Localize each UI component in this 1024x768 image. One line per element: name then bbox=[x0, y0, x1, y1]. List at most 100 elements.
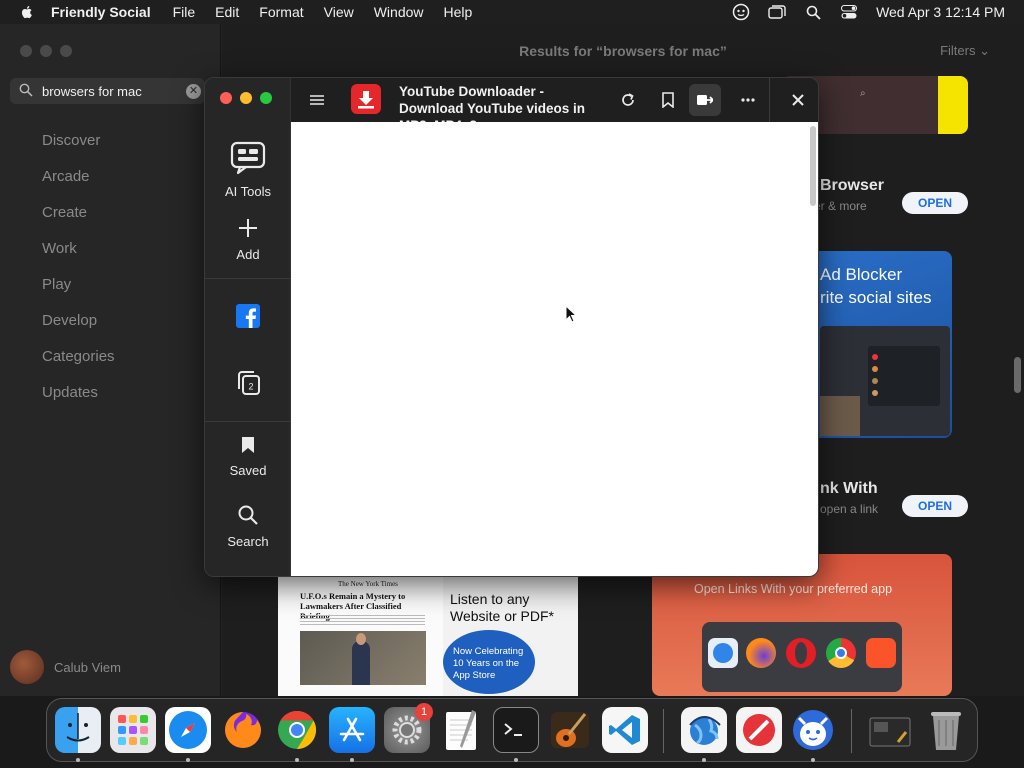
dock-terminal[interactable] bbox=[493, 707, 539, 753]
minimize-window-button[interactable] bbox=[240, 92, 252, 104]
minimize-button-inactive[interactable] bbox=[40, 45, 52, 57]
dock-web-browser[interactable] bbox=[681, 707, 727, 753]
running-indicator bbox=[295, 758, 299, 762]
open-button-1[interactable]: OPEN bbox=[902, 192, 968, 214]
clear-search-icon[interactable]: ✕ bbox=[186, 84, 201, 99]
open-external-button[interactable] bbox=[689, 84, 721, 116]
nav-categories[interactable]: Categories bbox=[42, 348, 115, 365]
open-links-subtitle: Open Links With your preferred app bbox=[694, 582, 893, 596]
nav-discover[interactable]: Discover bbox=[42, 132, 100, 149]
plus-icon bbox=[239, 219, 257, 237]
dock-vscode[interactable] bbox=[602, 707, 648, 753]
web-content-area[interactable] bbox=[291, 122, 818, 576]
account-button[interactable]: Calub Viem bbox=[10, 650, 121, 684]
ai-tools-label: AI Tools bbox=[224, 184, 271, 199]
dock-launchpad[interactable] bbox=[110, 707, 156, 753]
dock-textedit[interactable] bbox=[439, 707, 485, 753]
nav-create[interactable]: Create bbox=[42, 204, 87, 221]
dock-trash[interactable] bbox=[923, 707, 969, 753]
add-button[interactable]: Add bbox=[205, 218, 291, 262]
guitar-icon bbox=[551, 712, 589, 748]
menu-edit[interactable]: Edit bbox=[215, 4, 239, 20]
close-icon[interactable] bbox=[788, 90, 808, 110]
app-name-browser[interactable]: Browser bbox=[820, 177, 884, 195]
menu-file[interactable]: File bbox=[173, 4, 196, 20]
vscode-icon bbox=[609, 715, 640, 745]
news-reader-card[interactable]: The New York Times U.F.O.s Remain a Myst… bbox=[278, 577, 578, 696]
downloader-app-icon bbox=[351, 84, 381, 114]
results-scrollbar[interactable] bbox=[1014, 357, 1021, 393]
saved-button[interactable]: Saved bbox=[205, 436, 291, 478]
nav-work[interactable]: Work bbox=[42, 240, 77, 257]
nav-arcade[interactable]: Arcade bbox=[42, 168, 90, 185]
ai-tools-icon bbox=[230, 141, 266, 175]
finder-icon bbox=[66, 713, 90, 742]
app-name-link-with[interactable]: nk With bbox=[820, 480, 878, 498]
dock-app-store[interactable] bbox=[329, 707, 375, 753]
app-store-search-input[interactable]: browsers for mac ✕ bbox=[10, 78, 205, 104]
dock-finder[interactable] bbox=[55, 707, 101, 753]
close-button-inactive[interactable] bbox=[20, 45, 32, 57]
dock-garageband[interactable] bbox=[547, 707, 593, 753]
app-store-icon bbox=[339, 717, 365, 742]
menu-clock[interactable]: Wed Apr 3 12:14 PM bbox=[876, 4, 1005, 20]
spotlight-search-icon[interactable] bbox=[804, 3, 822, 21]
bookmark-icon bbox=[242, 437, 254, 453]
nav-updates[interactable]: Updates bbox=[42, 384, 98, 401]
chrome-icon bbox=[278, 710, 317, 750]
ai-tools-button[interactable]: AI Tools bbox=[205, 141, 291, 199]
menu-format[interactable]: Format bbox=[259, 4, 303, 20]
filters-button[interactable]: Filters ⌄ bbox=[940, 43, 990, 59]
facebook-button[interactable] bbox=[205, 304, 291, 333]
close-window-button[interactable] bbox=[220, 92, 232, 104]
dock-safari[interactable] bbox=[165, 707, 211, 753]
firefox-icon bbox=[225, 712, 261, 748]
menu-help[interactable]: Help bbox=[444, 4, 473, 20]
search-button[interactable]: Search bbox=[205, 505, 291, 549]
running-indicator bbox=[811, 758, 815, 762]
app-sub-link-with: open a link bbox=[820, 502, 879, 516]
control-center-icon[interactable] bbox=[840, 3, 858, 21]
more-options-icon[interactable] bbox=[738, 90, 758, 110]
friendly-social-icon bbox=[793, 710, 833, 750]
hamburger-menu-icon[interactable] bbox=[307, 90, 327, 110]
app-store-sidebar: browsers for mac ✕ Discover Arcade Creat… bbox=[0, 24, 221, 696]
notification-badge: 1 bbox=[415, 703, 433, 721]
user-name: Calub Viem bbox=[54, 659, 121, 675]
menu-app-name[interactable]: Friendly Social bbox=[51, 4, 151, 20]
globe-icon bbox=[689, 716, 721, 745]
bookmark-page-icon[interactable] bbox=[658, 90, 678, 110]
nav-play[interactable]: Play bbox=[42, 276, 71, 293]
news-promo: Listen to any Website or PDF* bbox=[450, 591, 554, 624]
search-icon: ⌕ bbox=[860, 88, 866, 99]
results-title: Results for “browsers for mac” bbox=[519, 43, 727, 59]
news-masthead: The New York Times bbox=[338, 580, 398, 588]
open-button-2[interactable]: OPEN bbox=[902, 495, 968, 517]
add-label: Add bbox=[236, 247, 260, 262]
app-sub-browser: er & more bbox=[814, 199, 867, 213]
friendly-social-window: AI Tools Add 2 Saved Search YouTube Down… bbox=[204, 77, 819, 577]
apple-icon[interactable] bbox=[19, 4, 35, 20]
nav-develop[interactable]: Develop bbox=[42, 312, 97, 329]
running-indicator bbox=[514, 758, 518, 762]
dock-screenshot[interactable] bbox=[867, 707, 913, 753]
reload-icon[interactable] bbox=[618, 90, 638, 110]
dock-friendly-social[interactable] bbox=[790, 707, 836, 753]
dock-blocker[interactable] bbox=[736, 707, 782, 753]
content-scrollbar[interactable] bbox=[810, 126, 816, 206]
window-icon[interactable] bbox=[768, 3, 786, 21]
zoom-button-inactive[interactable] bbox=[60, 45, 72, 57]
friendly-status-icon[interactable] bbox=[732, 3, 750, 21]
zoom-window-button[interactable] bbox=[260, 92, 272, 104]
dock-chrome[interactable] bbox=[274, 707, 320, 753]
menu-window[interactable]: Window bbox=[374, 4, 424, 20]
launchpad-icon bbox=[118, 715, 148, 745]
popup-toolbar: YouTube Downloader - Download YouTube vi… bbox=[291, 78, 818, 133]
browser-picker-preview bbox=[702, 622, 902, 692]
windows-button[interactable]: 2 bbox=[205, 369, 291, 402]
menu-view[interactable]: View bbox=[324, 4, 354, 20]
block-icon bbox=[743, 714, 775, 746]
safari-icon bbox=[169, 711, 207, 749]
dock-firefox[interactable] bbox=[220, 707, 266, 753]
saved-label: Saved bbox=[229, 463, 267, 478]
